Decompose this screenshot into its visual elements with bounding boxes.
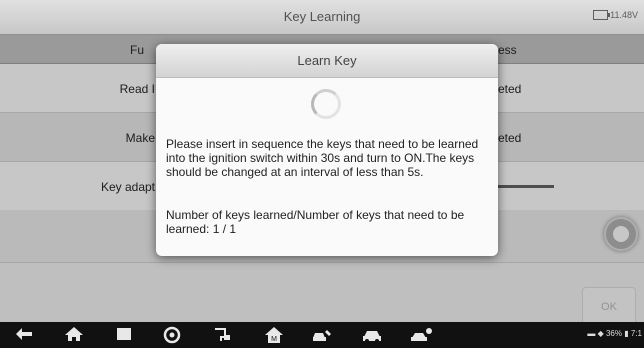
back-icon[interactable] [12,326,36,344]
recent-apps-icon[interactable] [112,326,136,344]
svg-text:M: M [271,336,277,343]
car-repair-icon[interactable] [410,326,434,344]
wifi-icon: ◆ [597,329,604,338]
notification-icon: ▬ [587,329,596,338]
learn-key-dialog: Learn Key Please insert in sequence the … [156,44,498,256]
car-icon[interactable] [360,326,384,344]
car-service-icon[interactable] [310,326,334,344]
clock: 7:1 [630,329,642,338]
autel-home-icon[interactable]: M [262,326,286,344]
keys-learned-count: Number of keys learned/Number of keys th… [166,208,465,236]
home-icon[interactable] [62,326,86,344]
vci-icon[interactable] [210,326,234,344]
loading-spinner-icon [311,89,341,119]
system-status: ▬ ◆ 36% ▮ 7:1 [587,329,642,338]
navigation-bar: M ▬ ◆ 36% ▮ 7:1 [0,322,644,348]
battery-status-icon: ▮ [624,329,629,338]
battery-percent: 36% [605,329,622,338]
dialog-title: Learn Key [156,44,498,78]
browser-icon[interactable] [160,326,184,344]
dialog-message: Please insert in sequence the keys that … [166,137,479,179]
